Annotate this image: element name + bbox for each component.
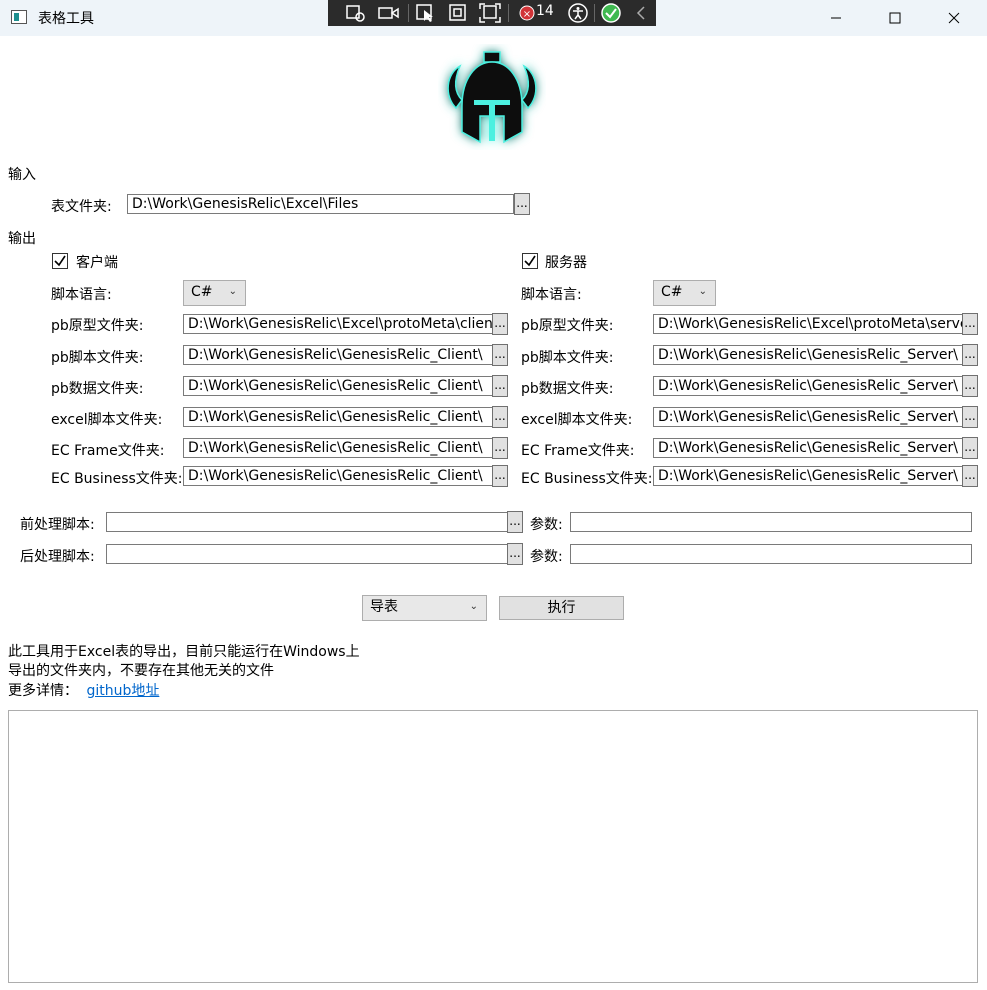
app-icon <box>11 10 27 24</box>
client-field-browse-button[interactable]: ... <box>492 406 508 428</box>
table-folder-browse-button[interactable]: ... <box>514 193 530 215</box>
video-icon[interactable] <box>378 5 400 21</box>
info-line-2: 导出的文件夹内，不要存在其他无关的文件 <box>8 663 274 679</box>
github-link[interactable]: github地址 <box>86 683 159 699</box>
client-field-label: EC Frame文件夹: <box>51 443 165 459</box>
post-param-input[interactable] <box>570 544 972 564</box>
svg-text:×: × <box>523 9 531 20</box>
check-icon[interactable] <box>601 3 621 23</box>
server-field-input[interactable]: D:\Work\GenesisRelic\GenesisRelic_Server… <box>653 407 963 427</box>
server-field-input[interactable]: D:\Work\GenesisRelic\GenesisRelic_Server… <box>653 345 963 365</box>
more-details-row: 更多详情： github地址 <box>8 680 159 700</box>
table-folder-input[interactable]: D:\Work\GenesisRelic\Excel\Files <box>127 194 514 214</box>
server-checkbox[interactable] <box>522 253 538 269</box>
server-field-browse-button[interactable]: ... <box>962 437 978 459</box>
post-script-input[interactable] <box>106 544 508 564</box>
pre-script-browse-button[interactable]: ... <box>507 511 523 533</box>
client-script-lang-select[interactable]: C# ⌄ <box>183 280 246 306</box>
client-field-browse-button[interactable]: ... <box>492 465 508 487</box>
execute-button[interactable]: 执行 <box>499 596 624 620</box>
maximize-icon <box>889 12 901 24</box>
pre-param-input[interactable] <box>570 512 972 532</box>
client-script-lang-label: 脚本语言: <box>51 287 112 303</box>
binding-failures-count: 14 <box>536 3 554 19</box>
pointer-icon[interactable] <box>416 4 436 22</box>
mode-select-value: 导表 <box>370 599 398 615</box>
server-script-lang-label: 脚本语言: <box>521 287 582 303</box>
post-script-browse-button[interactable]: ... <box>507 543 523 565</box>
more-details-label: 更多详情： <box>8 683 78 699</box>
chevron-down-icon: ⌄ <box>698 286 707 297</box>
server-field-label: pb原型文件夹: <box>521 318 614 334</box>
client-field-browse-button[interactable]: ... <box>492 375 508 397</box>
client-field-input[interactable]: D:\Work\GenesisRelic\Excel\protoMeta\cli… <box>183 314 493 334</box>
collapse-chevron-icon[interactable] <box>636 6 646 20</box>
server-field-browse-button[interactable]: ... <box>962 465 978 487</box>
client-checkbox[interactable] <box>52 253 68 269</box>
chevron-down-icon: ⌄ <box>228 286 237 297</box>
helmet-logo-icon <box>447 51 537 144</box>
chevron-down-icon: ⌄ <box>469 601 478 612</box>
server-script-lang-select[interactable]: C# ⌄ <box>653 280 716 306</box>
post-script-label: 后处理脚本: <box>20 549 95 565</box>
post-param-label: 参数: <box>530 549 563 565</box>
layout-adorner-icon[interactable] <box>449 4 467 22</box>
minimize-button[interactable] <box>825 7 847 29</box>
server-checkbox-label: 服务器 <box>545 255 587 271</box>
output-section-label: 输出 <box>8 231 36 247</box>
mode-select[interactable]: 导表 ⌄ <box>362 595 487 621</box>
pre-script-label: 前处理脚本: <box>20 517 95 533</box>
client-field-label: excel脚本文件夹: <box>51 412 163 428</box>
server-field-label: pb脚本文件夹: <box>521 350 614 366</box>
client-field-label: pb数据文件夹: <box>51 381 144 397</box>
minimize-icon <box>831 17 841 19</box>
client-field-input[interactable]: D:\Work\GenesisRelic\GenesisRelic_Client… <box>183 376 493 396</box>
client-script-lang-value: C# <box>191 284 213 300</box>
track-focus-icon[interactable] <box>479 3 501 23</box>
close-button[interactable] <box>943 7 965 29</box>
server-field-input[interactable]: D:\Work\GenesisRelic\GenesisRelic_Server… <box>653 438 963 458</box>
server-field-browse-button[interactable]: ... <box>962 375 978 397</box>
accessibility-icon[interactable] <box>568 3 588 23</box>
client-field-browse-button[interactable]: ... <box>492 313 508 335</box>
server-field-label: pb数据文件夹: <box>521 381 614 397</box>
server-field-label: excel脚本文件夹: <box>521 412 633 428</box>
client-field-label: pb原型文件夹: <box>51 318 144 334</box>
pre-param-label: 参数: <box>530 517 563 533</box>
client-field-input[interactable]: D:\Work\GenesisRelic\GenesisRelic_Client… <box>183 407 493 427</box>
client-field-label: pb脚本文件夹: <box>51 350 144 366</box>
client-field-browse-button[interactable]: ... <box>492 344 508 366</box>
client-field-browse-button[interactable]: ... <box>492 437 508 459</box>
server-field-browse-button[interactable]: ... <box>962 313 978 335</box>
server-field-input[interactable]: D:\Work\GenesisRelic\Excel\protoMeta\ser… <box>653 314 963 334</box>
binding-failures-icon[interactable]: × <box>518 4 536 22</box>
close-icon <box>948 12 960 24</box>
checkmark-icon <box>54 255 66 267</box>
maximize-button[interactable] <box>884 7 906 29</box>
server-field-input[interactable]: D:\Work\GenesisRelic\GenesisRelic_Server… <box>653 466 963 486</box>
server-field-browse-button[interactable]: ... <box>962 406 978 428</box>
server-field-label: EC Frame文件夹: <box>521 443 635 459</box>
input-section-label: 输入 <box>8 167 36 183</box>
server-field-label: EC Business文件夹: <box>521 471 653 487</box>
info-line-1: 此工具用于Excel表的导出，目前只能运行在Windows上 <box>8 644 360 660</box>
server-script-lang-value: C# <box>661 284 683 300</box>
client-field-label: EC Business文件夹: <box>51 471 183 487</box>
client-field-input[interactable]: D:\Work\GenesisRelic\GenesisRelic_Client… <box>183 466 493 486</box>
client-field-input[interactable]: D:\Work\GenesisRelic\GenesisRelic_Client… <box>183 438 493 458</box>
select-element-icon[interactable] <box>346 4 366 22</box>
pre-script-input[interactable] <box>106 512 508 532</box>
server-field-browse-button[interactable]: ... <box>962 344 978 366</box>
server-field-input[interactable]: D:\Work\GenesisRelic\GenesisRelic_Server… <box>653 376 963 396</box>
debug-toolbar: × 14 <box>328 0 656 26</box>
log-output-area[interactable] <box>8 710 978 983</box>
window-title: 表格工具 <box>38 11 94 27</box>
table-folder-label: 表文件夹: <box>51 199 112 215</box>
client-field-input[interactable]: D:\Work\GenesisRelic\GenesisRelic_Client… <box>183 345 493 365</box>
client-checkbox-label: 客户端 <box>76 255 118 271</box>
checkmark-icon <box>524 255 536 267</box>
